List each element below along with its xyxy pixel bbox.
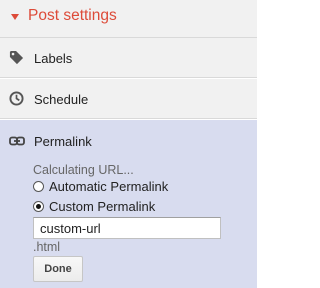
post-settings-title: Post settings	[28, 7, 117, 24]
custom-url-input[interactable]	[33, 217, 221, 239]
schedule-item[interactable]: Schedule	[0, 79, 257, 119]
post-settings-panel: Post settings Labels Schedule Permalink …	[0, 0, 257, 288]
permalink-status: Calculating URL...	[33, 163, 134, 177]
permalink-title[interactable]: Permalink	[34, 134, 92, 149]
done-button[interactable]: Done	[33, 256, 83, 282]
caret-down-icon	[11, 14, 19, 20]
automatic-permalink-label: Automatic Permalink	[49, 179, 169, 194]
schedule-item-label: Schedule	[34, 92, 89, 107]
labels-item-label: Labels	[34, 51, 73, 66]
tag-icon	[9, 50, 24, 65]
permalink-section: Permalink Calculating URL... Automatic P…	[0, 120, 257, 288]
automatic-permalink-radio[interactable]	[33, 181, 44, 192]
url-suffix: .html	[33, 240, 61, 254]
custom-permalink-radio[interactable]	[33, 201, 44, 212]
custom-permalink-option[interactable]: Custom Permalink	[33, 199, 155, 214]
custom-permalink-label: Custom Permalink	[49, 199, 156, 214]
labels-item[interactable]: Labels	[0, 38, 257, 78]
post-settings-header[interactable]: Post settings	[0, 0, 257, 38]
clock-icon	[9, 91, 24, 106]
automatic-permalink-option[interactable]: Automatic Permalink	[33, 179, 168, 194]
link-icon	[9, 136, 25, 146]
